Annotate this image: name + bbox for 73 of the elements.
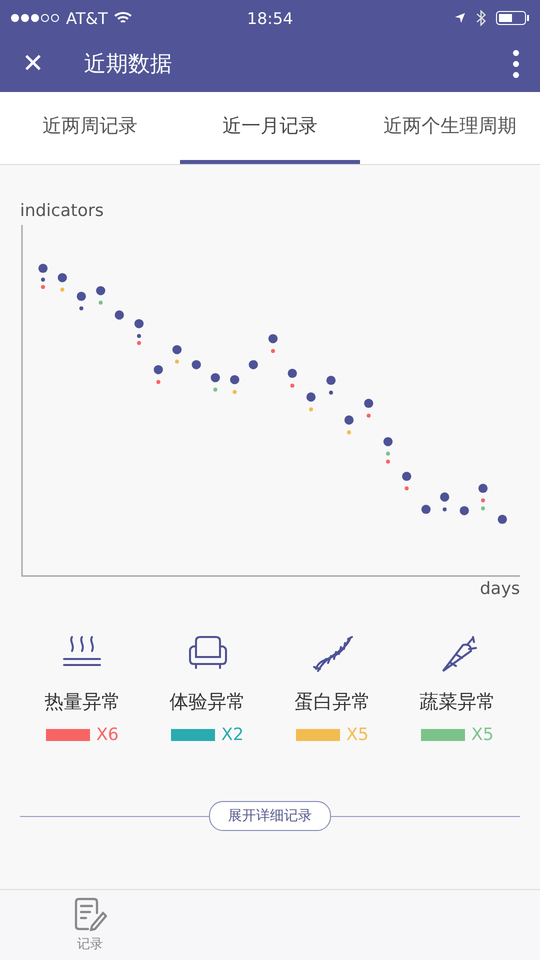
data-point	[288, 368, 297, 378]
battery-icon	[496, 11, 530, 25]
carrier: AT&T	[66, 8, 108, 28]
marker-dot	[156, 380, 160, 384]
data-point	[114, 310, 124, 320]
data-point	[154, 365, 163, 374]
marker-dot	[442, 507, 447, 512]
marker-dot	[481, 506, 485, 510]
category-label: 蔬菜异常	[420, 690, 496, 715]
expand-button[interactable]: 展开详细记录	[209, 801, 331, 831]
tab[interactable]: 近一月记录	[180, 92, 360, 164]
tab[interactable]: 近两个生理周期	[360, 92, 540, 164]
data-point	[248, 360, 258, 370]
marker-dot	[481, 498, 485, 502]
data-point	[192, 360, 201, 370]
signal-icon	[10, 13, 60, 23]
close-button[interactable]: ✕	[18, 49, 48, 79]
data-point	[210, 373, 220, 382]
marker-dot	[329, 390, 333, 395]
data-point	[96, 286, 106, 296]
wifi-icon	[114, 11, 132, 25]
data-point	[498, 514, 507, 524]
marker-dot	[232, 390, 237, 394]
y-axis-label: indicators	[20, 201, 104, 221]
data-point	[268, 334, 278, 344]
marker-dot	[404, 486, 409, 490]
data-point	[76, 292, 86, 301]
marker-dot	[366, 414, 371, 418]
category-count: X5	[346, 725, 369, 745]
status-time: 18:54	[246, 8, 294, 28]
x-axis-label: days	[480, 579, 520, 599]
marker-dot	[41, 278, 45, 282]
category-count: X2	[221, 725, 244, 745]
data-point	[364, 398, 374, 408]
data-point	[306, 392, 316, 402]
marker-dot	[347, 430, 351, 434]
data-point	[478, 484, 488, 493]
marker-dot	[60, 288, 64, 292]
category-label: 蛋白异常	[294, 690, 370, 715]
data-point	[172, 345, 182, 354]
bluetooth-icon	[476, 10, 486, 26]
category-count: X5	[471, 725, 494, 745]
location-icon	[454, 12, 466, 24]
more-icon[interactable]	[512, 49, 520, 79]
marker-dot	[137, 334, 141, 338]
category-count: X6	[96, 725, 119, 745]
marker-dot	[98, 300, 103, 305]
marker-dot	[386, 452, 390, 456]
category-label: 体验异常	[170, 690, 246, 715]
data-point	[326, 376, 336, 385]
data-point	[344, 415, 354, 425]
marker-dot	[41, 285, 45, 289]
category-label: 热量异常	[44, 690, 120, 715]
data-point	[402, 472, 412, 481]
marker-dot	[213, 388, 218, 392]
page-title: 近期数据	[84, 51, 172, 79]
marker-dot	[137, 341, 141, 345]
marker-dot	[79, 306, 84, 310]
data-point	[460, 506, 469, 516]
note-pencil-icon	[73, 897, 107, 931]
marker-dot	[309, 407, 313, 412]
marker-dot	[290, 384, 294, 388]
data-point	[440, 492, 450, 502]
data-point	[134, 319, 144, 328]
data-point	[230, 375, 240, 384]
data-point	[38, 264, 48, 273]
marker-dot	[271, 349, 275, 353]
data-point	[421, 504, 431, 514]
tab[interactable]: 近两周记录	[0, 92, 180, 164]
marker-dot	[175, 360, 179, 364]
marker-dot	[386, 460, 390, 464]
data-point	[383, 437, 393, 446]
data-point	[58, 273, 67, 282]
